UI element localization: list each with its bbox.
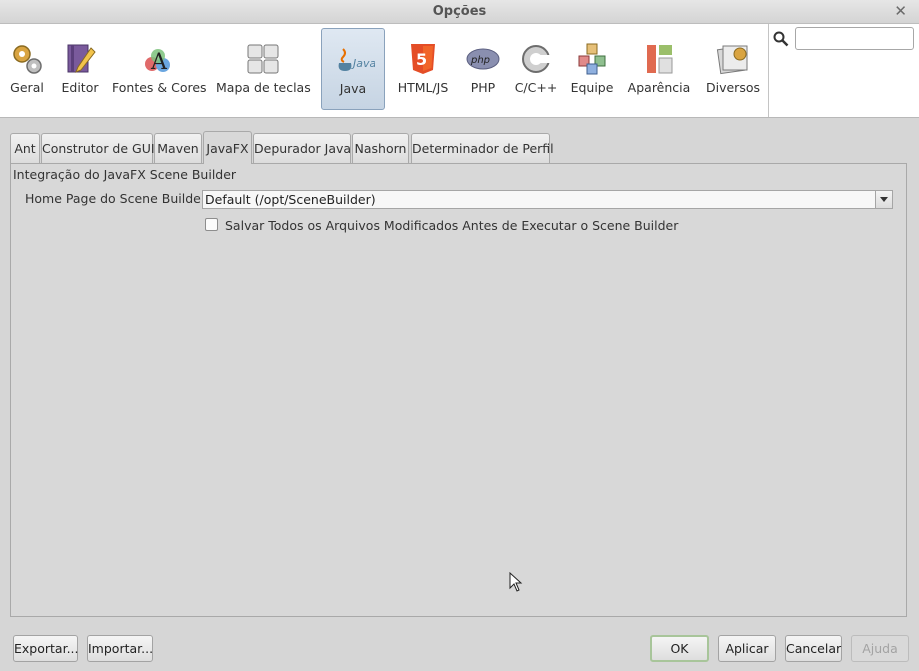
search-icon — [773, 31, 789, 47]
tab-depurador-java[interactable]: Depurador Java — [253, 133, 351, 163]
keyboard-icon — [247, 44, 279, 74]
tab-construtor-gui[interactable]: Construtor de GUI — [41, 133, 155, 163]
category-label: HTML/JS — [397, 80, 449, 95]
tab-javafx[interactable]: JavaFX — [203, 131, 252, 164]
save-all-checkbox[interactable] — [205, 218, 218, 231]
export-button[interactable]: Exportar... — [13, 635, 79, 662]
svg-text:php: php — [470, 55, 490, 66]
toolbar-separator — [768, 24, 769, 117]
category-label: Fontes & Cores — [112, 80, 207, 95]
category-label: Java — [339, 81, 367, 96]
help-button: Ajuda — [851, 635, 909, 662]
tab-ant[interactable]: Ant — [10, 133, 40, 163]
group-title: Integração do JavaFX Scene Builder — [13, 167, 237, 182]
category-label: Diversos — [706, 80, 760, 95]
html5-icon: 5 — [411, 44, 435, 74]
category-label: Equipe — [570, 80, 614, 95]
category-diversos[interactable]: Diversos — [702, 28, 764, 110]
tab-determinador-perfil[interactable]: Determinador de Perfil — [411, 133, 554, 163]
java-cup-icon: Java — [338, 48, 375, 71]
title-bar: Opções ✕ — [0, 0, 919, 24]
search-input[interactable] — [795, 27, 914, 50]
misc-folders-icon — [716, 45, 748, 75]
font-palette-icon: A — [145, 49, 170, 75]
php-icon: php — [466, 48, 500, 70]
category-label: Aparência — [627, 80, 691, 95]
window-title: Opções — [432, 4, 487, 19]
category-label: C/C++ — [514, 80, 558, 95]
svg-text:5: 5 — [416, 50, 427, 69]
category-html-js[interactable]: 5 HTML/JS — [396, 28, 450, 110]
category-label: Geral — [10, 80, 44, 95]
chevron-down-icon[interactable] — [875, 191, 892, 208]
category-equipe[interactable]: Equipe — [570, 28, 614, 110]
category-mapa-teclas[interactable]: Mapa de teclas — [216, 28, 311, 110]
appearance-icon — [647, 45, 673, 74]
category-c-cpp[interactable]: C/C++ — [514, 28, 558, 110]
category-php[interactable]: php PHP — [462, 28, 504, 110]
category-label: Mapa de teclas — [216, 80, 311, 95]
home-page-value: Default (/opt/SceneBuilder) — [205, 192, 376, 207]
import-button[interactable]: Importar... — [87, 635, 153, 662]
category-aparencia[interactable]: Aparência — [626, 28, 692, 110]
cancel-button[interactable]: Cancelar — [785, 635, 842, 662]
apply-button[interactable]: Aplicar — [718, 635, 776, 662]
close-icon[interactable]: ✕ — [894, 2, 907, 20]
category-geral[interactable]: Geral — [6, 28, 48, 110]
ok-button[interactable]: OK — [650, 635, 709, 662]
pencil-book-icon — [67, 44, 96, 73]
save-all-label[interactable]: Salvar Todos os Arquivos Modificados Ant… — [225, 218, 678, 233]
home-page-combobox[interactable]: Default (/opt/SceneBuilder) — [202, 190, 893, 209]
tab-nashorn[interactable]: Nashorn — [352, 133, 409, 163]
category-label: PHP — [470, 80, 496, 95]
svg-text:Java: Java — [351, 57, 375, 70]
category-editor[interactable]: Editor — [58, 28, 102, 110]
c-plus-plus-icon — [522, 45, 552, 73]
svg-text:A: A — [150, 50, 168, 75]
tab-maven[interactable]: Maven — [154, 133, 202, 163]
category-fontes-cores[interactable]: A Fontes & Cores — [112, 28, 207, 110]
home-page-label: Home Page do Scene Builder: — [25, 191, 210, 206]
category-java[interactable]: Java Java — [321, 28, 385, 110]
category-toolbar: Geral Editor A Fontes & Cores Mapa de te… — [0, 24, 919, 118]
javafx-panel: Integração do JavaFX Scene Builder Home … — [10, 163, 907, 617]
category-label: Editor — [61, 80, 99, 95]
gears-icon — [13, 45, 42, 74]
mouse-cursor-icon — [509, 572, 523, 592]
team-cubes-icon — [578, 43, 606, 75]
